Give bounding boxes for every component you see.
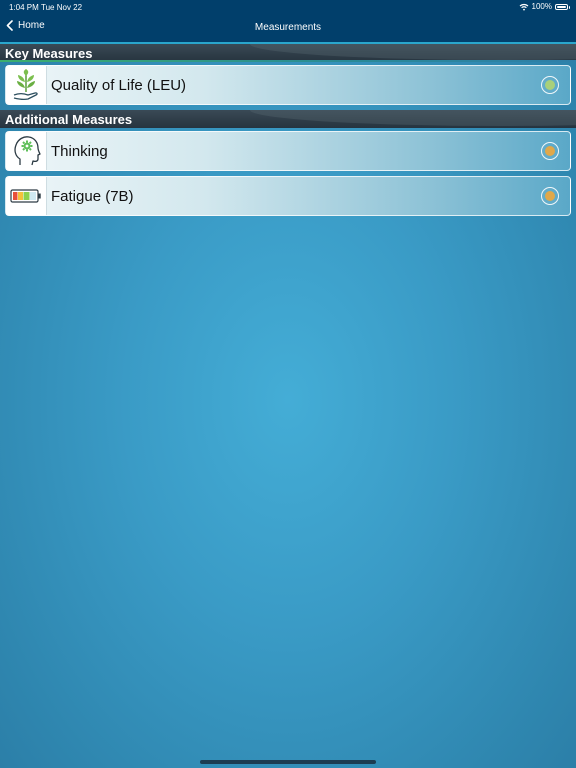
measure-thinking[interactable]: Thinking xyxy=(5,131,571,171)
plant-hand-icon xyxy=(6,66,47,104)
status-bar: 1:04 PM Tue Nov 22 100% xyxy=(0,0,576,14)
status-indicator xyxy=(541,187,559,205)
section-additional-measures: Additional Measures xyxy=(0,110,576,128)
home-indicator[interactable] xyxy=(200,760,376,764)
section-key-measures: Key Measures xyxy=(0,44,576,62)
status-indicator xyxy=(541,76,559,94)
measure-label: Thinking xyxy=(51,143,108,160)
battery-level-icon xyxy=(6,177,47,215)
measure-quality-of-life[interactable]: Quality of Life (LEU) xyxy=(5,65,571,105)
head-gear-icon xyxy=(6,132,47,170)
battery-percent: 100% xyxy=(531,2,552,11)
section-title: Key Measures xyxy=(5,46,93,61)
nav-bar: Home Measurements xyxy=(0,14,576,42)
status-right: 100% xyxy=(519,2,570,11)
measure-label: Fatigue (7B) xyxy=(51,188,134,205)
wifi-icon xyxy=(519,3,528,10)
status-indicator xyxy=(541,142,559,160)
page-title: Measurements xyxy=(254,22,322,33)
battery-icon xyxy=(555,3,570,10)
status-time: 1:04 PM xyxy=(9,3,39,12)
measure-fatigue[interactable]: Fatigue (7B) xyxy=(5,176,571,216)
section-title: Additional Measures xyxy=(5,112,133,127)
status-date: Tue Nov 22 xyxy=(41,3,83,12)
measure-label: Quality of Life (LEU) xyxy=(51,77,187,94)
